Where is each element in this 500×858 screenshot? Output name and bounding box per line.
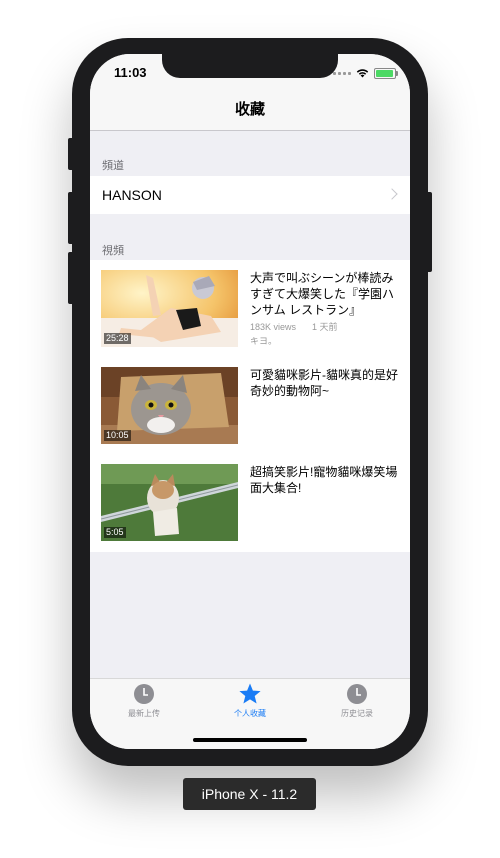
page-title: 收藏	[234, 101, 265, 118]
tab-latest-uploads[interactable]: 最新上传	[104, 683, 184, 719]
video-meta: 183K views 1 天前	[250, 320, 354, 333]
channel-row[interactable]: HANSON	[90, 176, 410, 214]
cellular-signal-icon	[333, 71, 351, 75]
simulator-device-label: iPhone X - 11.2	[183, 778, 316, 810]
video-list: 25:28 大声で叫ぶシーンが棒読みすぎて大爆笑した『学園ハンサム レストラン』…	[90, 260, 410, 552]
tab-favorites[interactable]: 个人收藏	[210, 683, 290, 719]
video-duration: 5:05	[104, 527, 126, 538]
tab-history[interactable]: 历史记录	[317, 683, 397, 719]
notch	[162, 54, 338, 78]
status-time: 11:03	[114, 65, 147, 80]
tab-label: 历史记录	[341, 709, 373, 718]
video-thumbnail[interactable]: 25:28	[101, 270, 238, 347]
wifi-icon	[356, 69, 369, 78]
status-icons	[333, 67, 398, 79]
app-screen: 11:03 收藏 頻道 HANSON 視頻 25:28 大声で叫ぶシーンが棒読み…	[90, 54, 410, 749]
video-time-ago: 1 天前	[312, 322, 338, 332]
navigation-bar: 收藏	[90, 94, 410, 131]
battery-icon	[374, 67, 398, 79]
video-thumbnail[interactable]: 10:05	[101, 367, 238, 444]
video-list-item[interactable]: 10:05 可愛貓咪影片-貓咪真的是好奇妙的動物阿~	[90, 357, 410, 453]
clock-icon	[134, 684, 154, 704]
home-indicator[interactable]	[193, 738, 307, 742]
tab-label: 最新上传	[128, 709, 160, 718]
video-duration: 25:28	[104, 333, 131, 344]
clock-icon	[347, 684, 367, 704]
video-list-item[interactable]: 5:05 超搞笑影片!寵物貓咪爆笑場面大集合!	[90, 454, 410, 550]
star-icon	[239, 683, 261, 704]
tab-label: 个人收藏	[234, 709, 266, 718]
video-list-item[interactable]: 25:28 大声で叫ぶシーンが棒読みすぎて大爆笑した『学園ハンサム レストラン』…	[90, 260, 410, 356]
video-title[interactable]: 大声で叫ぶシーンが棒読みすぎて大爆笑した『学園ハンサム レストラン』	[250, 270, 404, 318]
simulator-stage: 11:03 收藏 頻道 HANSON 視頻 25:28 大声で叫ぶシーンが棒読み…	[0, 0, 500, 858]
video-duration: 10:05	[104, 430, 131, 441]
channels-section-header: 頻道	[102, 160, 124, 172]
videos-section-header: 視頻	[102, 245, 124, 257]
channel-name: HANSON	[102, 187, 162, 203]
video-thumbnail[interactable]: 5:05	[101, 464, 238, 541]
video-views: 183K views	[250, 322, 297, 332]
video-title[interactable]: 可愛貓咪影片-貓咪真的是好奇妙的動物阿~	[250, 367, 404, 399]
video-channel-name: キヨ。	[250, 336, 278, 346]
video-title[interactable]: 超搞笑影片!寵物貓咪爆笑場面大集合!	[250, 464, 404, 496]
chevron-right-icon	[386, 188, 398, 200]
